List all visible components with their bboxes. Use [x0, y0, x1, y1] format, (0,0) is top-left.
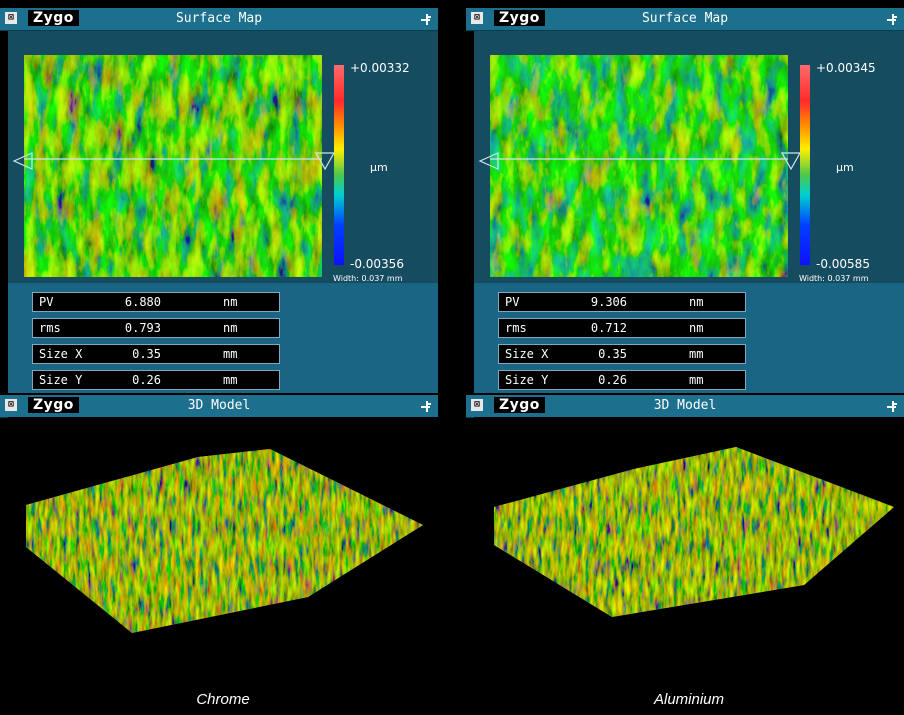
stat-row-size-x: Size X 0.35 mm: [32, 344, 280, 364]
3d-model-titlebar[interactable]: ⊠ Zygo 3D Model: [466, 395, 904, 418]
stat-unit: mm: [223, 347, 238, 361]
sample-caption: Aluminium: [653, 691, 725, 708]
stat-row-pv: PV 9.306 nm: [498, 292, 746, 312]
surface-map-image[interactable]: [24, 55, 322, 277]
stat-label: Size X: [505, 347, 549, 361]
scale-min-label: -0.00585: [816, 257, 870, 271]
profile-line[interactable]: [490, 55, 788, 277]
color-scale-bar: [334, 65, 344, 265]
left-profile-marker-icon[interactable]: [478, 151, 500, 171]
stat-unit: mm: [689, 373, 704, 387]
statistics-panel: PV 6.880 nm rms 0.793 nm Size X 0.35 mm …: [8, 283, 438, 393]
surface-map-titlebar[interactable]: ⊠ Zygo Surface Map: [466, 8, 904, 31]
3d-model-view[interactable]: Aluminium: [474, 417, 904, 715]
right-profile-marker-icon[interactable]: [780, 151, 802, 171]
stat-value: 0.26: [598, 373, 627, 387]
statistics-panel: PV 9.306 nm rms 0.712 nm Size X 0.35 mm …: [474, 283, 904, 393]
surface-map-image[interactable]: [490, 55, 788, 277]
pin-icon[interactable]: [884, 11, 900, 27]
3d-model-title: 3D Model: [653, 398, 717, 413]
stat-value: 0.35: [598, 347, 627, 361]
stat-unit: mm: [223, 373, 238, 387]
pin-icon[interactable]: [418, 11, 434, 27]
stat-label: Size X: [39, 347, 83, 361]
stat-label: rms: [39, 321, 61, 335]
scale-width-label: Width: 0.037 mm: [333, 274, 403, 283]
pin-icon[interactable]: [418, 398, 434, 414]
chrome-column: ⊠ Zygo Surface Map +0.00332 µm -0.00356 …: [0, 0, 438, 715]
stat-label: PV: [39, 295, 54, 309]
surface-map-title: Surface Map: [641, 11, 729, 26]
stat-row-size-y: Size Y 0.26 mm: [498, 370, 746, 390]
profile-line[interactable]: [24, 55, 322, 277]
sample-caption: Chrome: [196, 691, 250, 708]
left-profile-marker-icon[interactable]: [12, 151, 34, 171]
stat-value: 6.880: [124, 295, 161, 309]
surface-map-panel: +0.00332 µm -0.00356 Width: 0.037 mm: [8, 31, 438, 291]
scale-width-label: Width: 0.037 mm: [799, 274, 869, 283]
3d-surface-render: [26, 449, 423, 633]
stat-row-size-y: Size Y 0.26 mm: [32, 370, 280, 390]
stat-unit: nm: [223, 321, 238, 335]
stat-unit: nm: [223, 295, 238, 309]
scale-max-label: +0.00345: [816, 61, 876, 75]
stat-label: Size Y: [505, 373, 549, 387]
stat-unit: nm: [689, 321, 704, 335]
3d-model-view[interactable]: Chrome: [8, 417, 438, 715]
stat-value: 0.26: [132, 373, 161, 387]
right-profile-marker-icon[interactable]: [314, 151, 336, 171]
window-divider: [438, 0, 466, 715]
stat-label: Size Y: [39, 373, 83, 387]
color-scale-bar: [800, 65, 810, 265]
stat-value: 0.793: [124, 321, 161, 335]
stat-label: rms: [505, 321, 527, 335]
scale-unit-label: µm: [370, 161, 388, 174]
3d-model-titlebar[interactable]: ⊠ Zygo 3D Model: [0, 395, 438, 418]
scale-min-label: -0.00356: [350, 257, 404, 271]
stat-value: 0.712: [590, 321, 627, 335]
scale-unit-label: µm: [836, 161, 854, 174]
surface-map-title: Surface Map: [175, 11, 263, 26]
stat-label: PV: [505, 295, 520, 309]
3d-model-title: 3D Model: [187, 398, 251, 413]
surface-map-panel: +0.00345 µm -0.00585 Width: 0.037 mm: [474, 31, 904, 291]
stat-row-rms: rms 0.712 nm: [498, 318, 746, 338]
stat-row-rms: rms 0.793 nm: [32, 318, 280, 338]
stat-unit: mm: [689, 347, 704, 361]
stat-row-pv: PV 6.880 nm: [32, 292, 280, 312]
stat-unit: nm: [689, 295, 704, 309]
scale-max-label: +0.00332: [350, 61, 410, 75]
stat-row-size-x: Size X 0.35 mm: [498, 344, 746, 364]
stat-value: 9.306: [590, 295, 627, 309]
pin-icon[interactable]: [884, 398, 900, 414]
3d-surface-render: [494, 447, 894, 617]
stat-value: 0.35: [132, 347, 161, 361]
aluminium-column: ⊠ Zygo Surface Map +0.00345 µm -0.00585 …: [466, 0, 904, 715]
surface-map-titlebar[interactable]: ⊠ Zygo Surface Map: [0, 8, 438, 31]
